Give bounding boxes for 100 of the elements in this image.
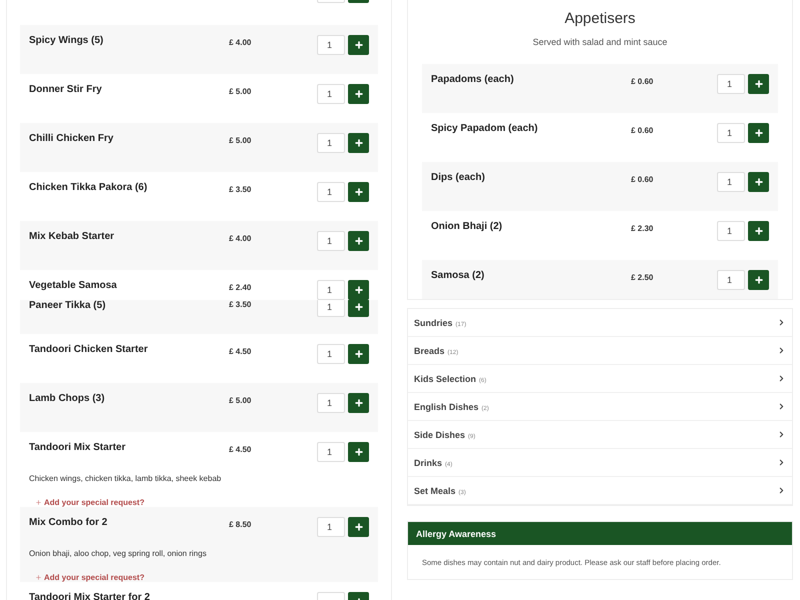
item-price: £ 0.60 bbox=[631, 174, 654, 184]
item-name: Paneer Tikka (5) bbox=[29, 300, 107, 312]
special-request-link[interactable]: Add your special request? bbox=[35, 498, 144, 507]
allergy-title: Allergy Awareness bbox=[408, 522, 792, 545]
item-name: Spicy Wings (5) bbox=[29, 35, 104, 47]
section-title: Appetisers bbox=[564, 10, 636, 28]
add-button[interactable] bbox=[748, 172, 769, 192]
item-price: £ 0.60 bbox=[631, 76, 654, 86]
chevron-right-icon bbox=[777, 486, 786, 495]
add-button[interactable] bbox=[748, 74, 769, 94]
quantity-input[interactable]: 1 bbox=[317, 393, 345, 413]
item-name: Tandoori Chicken Starter bbox=[29, 344, 149, 356]
plus-icon bbox=[754, 128, 764, 138]
section-subtitle: Served with salad and mint sauce bbox=[532, 37, 668, 48]
plus-icon bbox=[354, 236, 364, 246]
category-name: Sundries bbox=[414, 318, 453, 328]
item-price: £ 3.50 bbox=[229, 184, 252, 194]
item-price: £ 4.00 bbox=[229, 37, 252, 47]
quantity-input[interactable]: 1 bbox=[717, 172, 745, 192]
quantity-input[interactable]: 1 bbox=[717, 270, 745, 290]
plus-icon bbox=[754, 275, 764, 285]
quantity-input[interactable]: 1 bbox=[317, 300, 345, 317]
chevron-right-icon bbox=[777, 346, 786, 355]
item-price: £ 8.50 bbox=[229, 519, 252, 529]
add-button[interactable] bbox=[348, 84, 369, 104]
category-name: Set Meals bbox=[414, 486, 456, 496]
category-name: Breads bbox=[414, 346, 445, 356]
plus-icon bbox=[754, 177, 764, 187]
plus-icon bbox=[354, 40, 364, 50]
add-button[interactable] bbox=[348, 35, 369, 55]
item-price: £ 4.50 bbox=[229, 346, 252, 356]
item-name: Mix Kebab Starter bbox=[29, 231, 116, 243]
add-button[interactable] bbox=[748, 221, 769, 241]
add-button[interactable] bbox=[348, 280, 369, 300]
quantity-input[interactable]: 1 bbox=[317, 231, 345, 251]
plus-icon bbox=[354, 522, 364, 532]
add-button[interactable] bbox=[348, 442, 369, 462]
category-name: Side Dishes bbox=[414, 430, 466, 440]
quantity-input[interactable]: 1 bbox=[317, 442, 345, 462]
quantity-input[interactable]: 1 bbox=[717, 74, 745, 94]
quantity-input[interactable]: 1 bbox=[317, 517, 345, 537]
item-name: Lamb Chops (3) bbox=[29, 393, 106, 405]
chevron-right-icon bbox=[777, 430, 786, 439]
add-button[interactable] bbox=[348, 517, 369, 537]
plus-icon bbox=[354, 89, 364, 99]
quantity-input[interactable]: 1 bbox=[717, 221, 745, 241]
plus-icon bbox=[354, 349, 364, 359]
plus-icon bbox=[354, 302, 364, 312]
item-price: £ 5.00 bbox=[229, 86, 252, 96]
item-price: £ 0.60 bbox=[631, 125, 654, 135]
item-name: Chicken Tikka Pakora (6) bbox=[29, 182, 148, 194]
plus-icon bbox=[354, 138, 364, 148]
item-name: Vegetable Samosa bbox=[29, 280, 118, 292]
quantity-input[interactable]: 1 bbox=[717, 123, 745, 143]
quantity-input[interactable]: 1 bbox=[317, 35, 345, 55]
item-price: £ 2.40 bbox=[229, 282, 252, 292]
add-button[interactable] bbox=[348, 344, 369, 364]
plus-icon bbox=[354, 447, 364, 457]
add-button[interactable] bbox=[348, 300, 369, 317]
chevron-right-icon bbox=[777, 318, 786, 327]
add-button[interactable] bbox=[348, 182, 369, 202]
add-button[interactable] bbox=[348, 133, 369, 153]
item-price: £ 3.50 bbox=[229, 300, 252, 309]
quantity-input[interactable]: 1 bbox=[317, 182, 345, 202]
category-name: English Dishes bbox=[414, 402, 479, 412]
chevron-right-icon bbox=[777, 374, 786, 383]
item-name: Spicy Papadom (each) bbox=[431, 123, 539, 135]
plus-icon bbox=[354, 285, 364, 295]
plus-icon bbox=[354, 398, 364, 408]
chevron-right-icon bbox=[777, 458, 786, 467]
add-button[interactable] bbox=[348, 393, 369, 413]
category-name: Kids Selection bbox=[414, 374, 476, 384]
plus-icon bbox=[35, 498, 42, 506]
quantity-input[interactable]: 1 bbox=[317, 280, 345, 300]
item-price: £ 5.00 bbox=[229, 395, 252, 405]
special-request-link[interactable]: Add your special request? bbox=[35, 572, 144, 582]
plus-icon bbox=[35, 574, 42, 581]
item-description: Onion bhaji, aloo chop, veg spring roll, onion rings bbox=[29, 549, 208, 558]
item-name: Dips (each) bbox=[431, 172, 486, 184]
add-button[interactable] bbox=[748, 270, 769, 290]
item-name: Papadoms (each) bbox=[431, 74, 515, 86]
item-name: Mix Combo for 2 bbox=[29, 517, 108, 529]
item-name: Chilli Chicken Fry bbox=[29, 133, 114, 145]
item-price: £ 5.00 bbox=[229, 135, 252, 145]
plus-icon bbox=[354, 187, 364, 197]
category-name: Drinks bbox=[414, 458, 442, 468]
quantity-input[interactable]: 1 bbox=[317, 133, 345, 153]
quantity-input[interactable]: 1 bbox=[317, 344, 345, 364]
add-button[interactable] bbox=[748, 123, 769, 143]
chevron-right-icon bbox=[777, 402, 786, 411]
plus-icon bbox=[754, 79, 764, 89]
item-name: Onion Bhaji (2) bbox=[431, 221, 504, 233]
item-name: Donner Stir Fry bbox=[29, 84, 103, 96]
item-name: Samosa (2) bbox=[431, 270, 486, 282]
item-name: Tandoori Mix Starter for 2 bbox=[29, 592, 151, 600]
item-price: £ 4.50 bbox=[229, 444, 252, 454]
plus-icon bbox=[754, 226, 764, 236]
add-button[interactable] bbox=[348, 231, 369, 251]
quantity-input[interactable]: 1 bbox=[317, 84, 345, 104]
item-description: Chicken wings, chicken tikka, lamb tikka, sheek kebab bbox=[29, 474, 222, 484]
